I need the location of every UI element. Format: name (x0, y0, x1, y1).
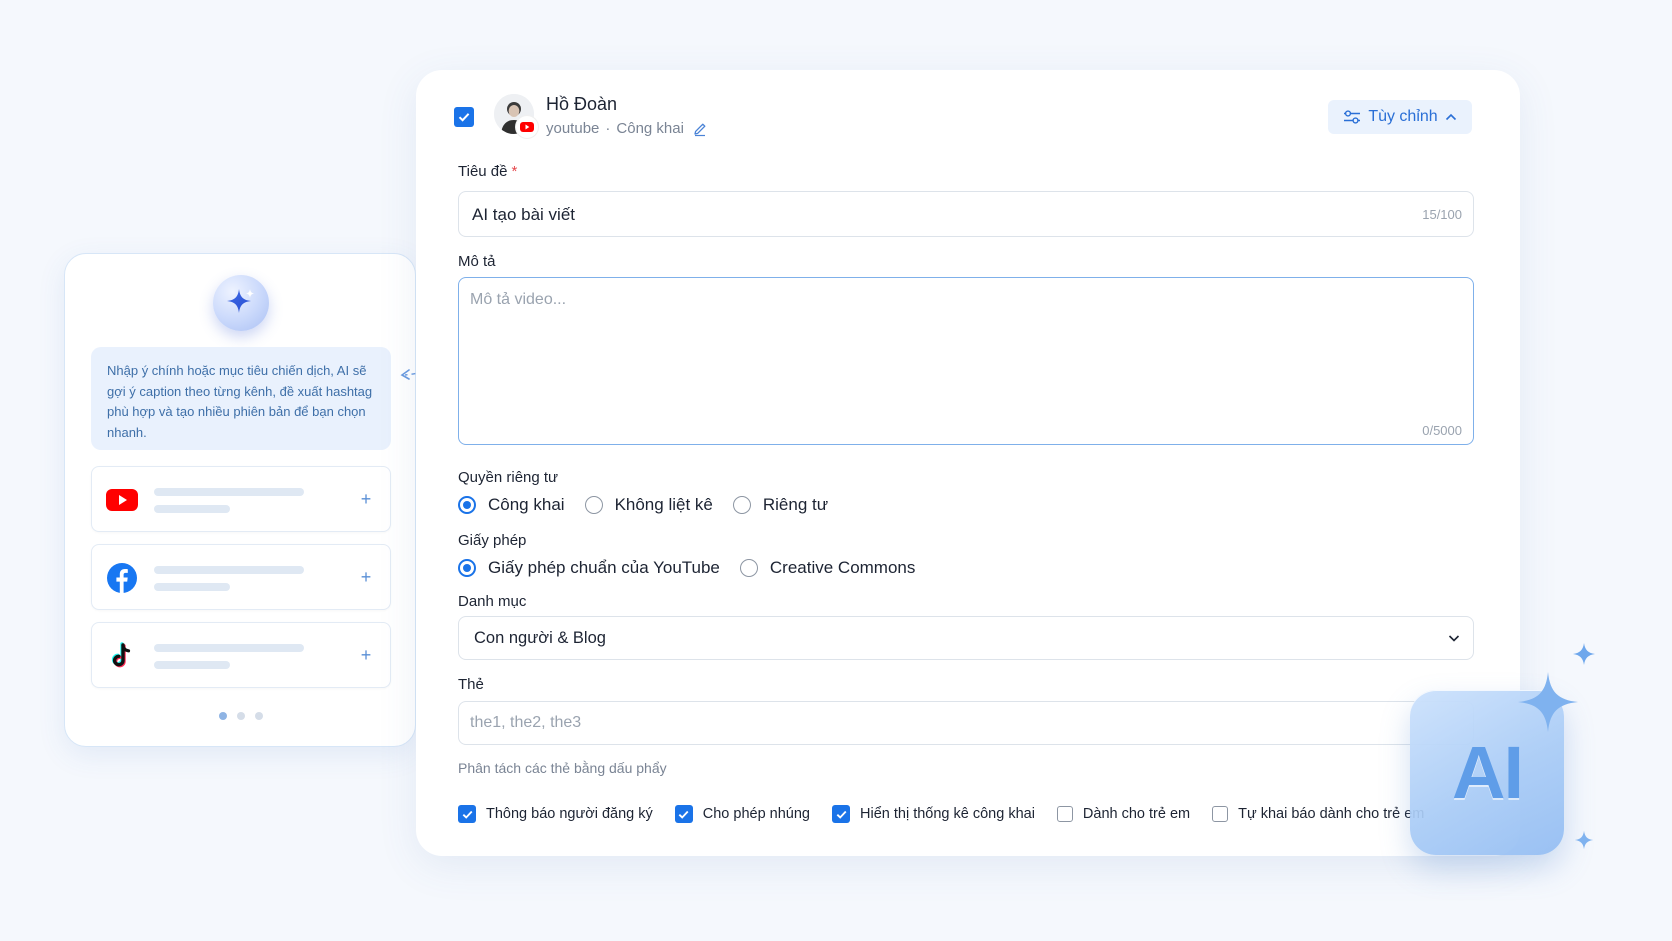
option-made-for-kids[interactable]: Dành cho trẻ em (1056, 806, 1191, 822)
license-option-creative-commons[interactable]: Creative Commons (739, 558, 916, 578)
option-label: Thông báo người đăng ký (486, 806, 653, 822)
tiktok-logo-icon (106, 640, 138, 672)
radio-unselected[interactable] (584, 496, 603, 514)
option-label: Tự khai báo dành cho trẻ em (1238, 806, 1425, 822)
meta-separator: · (605, 120, 611, 137)
title-char-counter: 15/100 (1422, 207, 1462, 222)
sparkle-icon (1573, 643, 1595, 665)
account-meta: youtube · Công khai (546, 120, 708, 137)
privacy-radio-group: Công khai Không liệt kê Riêng tư (458, 495, 848, 515)
option-self-declare-kids[interactable]: Tự khai báo dành cho trẻ em (1212, 806, 1424, 822)
category-select[interactable]: Con người & Blog (458, 616, 1474, 660)
checkbox-unchecked[interactable] (1212, 806, 1229, 822)
license-option-label: Giấy phép chuẩn của YouTube (488, 558, 720, 577)
tags-input[interactable]: the1, the2, the3 (458, 701, 1474, 745)
placeholder-line (154, 661, 230, 669)
account-visibility: Công khai (616, 120, 684, 137)
option-label: Cho phép nhúng (702, 806, 810, 822)
description-textarea[interactable]: Mô tả video... 0/5000 (458, 277, 1474, 445)
add-channel-button[interactable]: + (354, 566, 378, 590)
placeholder-line (154, 505, 230, 513)
channel-item-tiktok[interactable]: + (91, 622, 391, 688)
carousel-dot[interactable] (219, 712, 227, 720)
account-platform: youtube (546, 120, 600, 137)
privacy-option-private[interactable]: Riêng tư (732, 495, 829, 515)
title-input-value: AI tạo bài viết (472, 205, 576, 224)
description-char-counter: 0/5000 (1422, 423, 1462, 438)
sliders-icon (1344, 110, 1361, 124)
carousel-dot[interactable] (237, 712, 245, 720)
license-option-standard[interactable]: Giấy phép chuẩn của YouTube (458, 558, 720, 578)
privacy-option-label: Riêng tư (762, 495, 829, 514)
title-label-text: Tiêu đề (458, 163, 508, 180)
tags-helper-text: Phân tách các thẻ bằng dấu phẩy (458, 760, 667, 776)
description-placeholder: Mô tả video... (470, 291, 567, 308)
radio-selected[interactable] (458, 559, 476, 577)
privacy-label: Quyền riêng tư (458, 469, 559, 486)
license-label: Giấy phép (458, 532, 527, 549)
carousel-dots[interactable] (219, 712, 263, 720)
sparkle-icon (1574, 830, 1594, 850)
ai-assistant-panel: Nhập ý chính hoặc mục tiêu chiến dịch, A… (64, 253, 416, 747)
ai-cube-text: AI (1452, 731, 1524, 814)
post-settings-form: Hồ Đoàn youtube · Công khai Tùy chỉnh Ti… (416, 70, 1520, 856)
placeholder-line (154, 488, 304, 496)
privacy-option-public[interactable]: Công khai (458, 495, 565, 515)
checkbox-checked[interactable] (832, 805, 850, 823)
privacy-option-label: Công khai (488, 495, 565, 514)
youtube-logo-icon (106, 484, 138, 516)
title-label: Tiêu đề * (458, 163, 517, 180)
description-label: Mô tả (458, 253, 496, 270)
category-label: Danh mục (458, 593, 527, 610)
add-channel-button[interactable]: + (354, 644, 378, 668)
edit-pencil-icon[interactable] (692, 121, 708, 137)
tags-label: Thẻ (458, 676, 484, 693)
channel-item-youtube[interactable]: + (91, 466, 391, 532)
facebook-logo-icon (106, 562, 138, 594)
sparkle-icon (1518, 672, 1578, 732)
privacy-option-label: Không liệt kê (614, 495, 713, 514)
radio-unselected[interactable] (739, 559, 758, 577)
option-label: Dành cho trẻ em (1082, 806, 1191, 822)
placeholder-line (154, 583, 230, 591)
radio-selected[interactable] (458, 496, 476, 514)
ai-sparkle-icon (213, 275, 269, 331)
account-name: Hồ Đoàn (546, 94, 618, 114)
carousel-dot[interactable] (255, 712, 263, 720)
title-input[interactable]: AI tạo bài viết 15/100 (458, 191, 1474, 237)
account-select-checkbox[interactable] (454, 107, 474, 127)
required-mark: * (511, 163, 518, 180)
category-value: Con người & Blog (474, 629, 606, 647)
privacy-option-unlisted[interactable]: Không liệt kê (584, 495, 713, 515)
youtube-badge-icon (516, 116, 538, 138)
chevron-down-icon (1448, 635, 1460, 642)
license-radio-group: Giấy phép chuẩn của YouTube Creative Com… (458, 558, 935, 578)
checkbox-checked[interactable] (674, 805, 693, 823)
tags-placeholder: the1, the2, the3 (470, 714, 582, 731)
checkbox-checked[interactable] (458, 805, 476, 823)
option-label: Hiển thị thống kê công khai (860, 806, 1035, 822)
placeholder-line (154, 644, 304, 652)
customize-button[interactable]: Tùy chỉnh (1328, 100, 1472, 134)
add-channel-button[interactable]: + (354, 488, 378, 512)
option-notify-subscribers[interactable]: Thông báo người đăng ký (458, 805, 653, 823)
radio-unselected[interactable] (732, 496, 751, 514)
channel-item-facebook[interactable]: + (91, 544, 391, 610)
checkbox-unchecked[interactable] (1056, 806, 1073, 822)
publish-options: Thông báo người đăng ký Cho phép nhúng H… (458, 805, 1446, 823)
license-option-label: Creative Commons (769, 558, 916, 577)
placeholder-line (154, 566, 304, 574)
customize-label: Tùy chỉnh (1368, 108, 1438, 125)
option-public-stats[interactable]: Hiển thị thống kê công khai (832, 805, 1035, 823)
ai-hint-text: Nhập ý chính hoặc mục tiêu chiến dịch, A… (91, 347, 391, 450)
chevron-up-icon (1445, 113, 1456, 121)
option-allow-embedding[interactable]: Cho phép nhúng (674, 805, 810, 823)
